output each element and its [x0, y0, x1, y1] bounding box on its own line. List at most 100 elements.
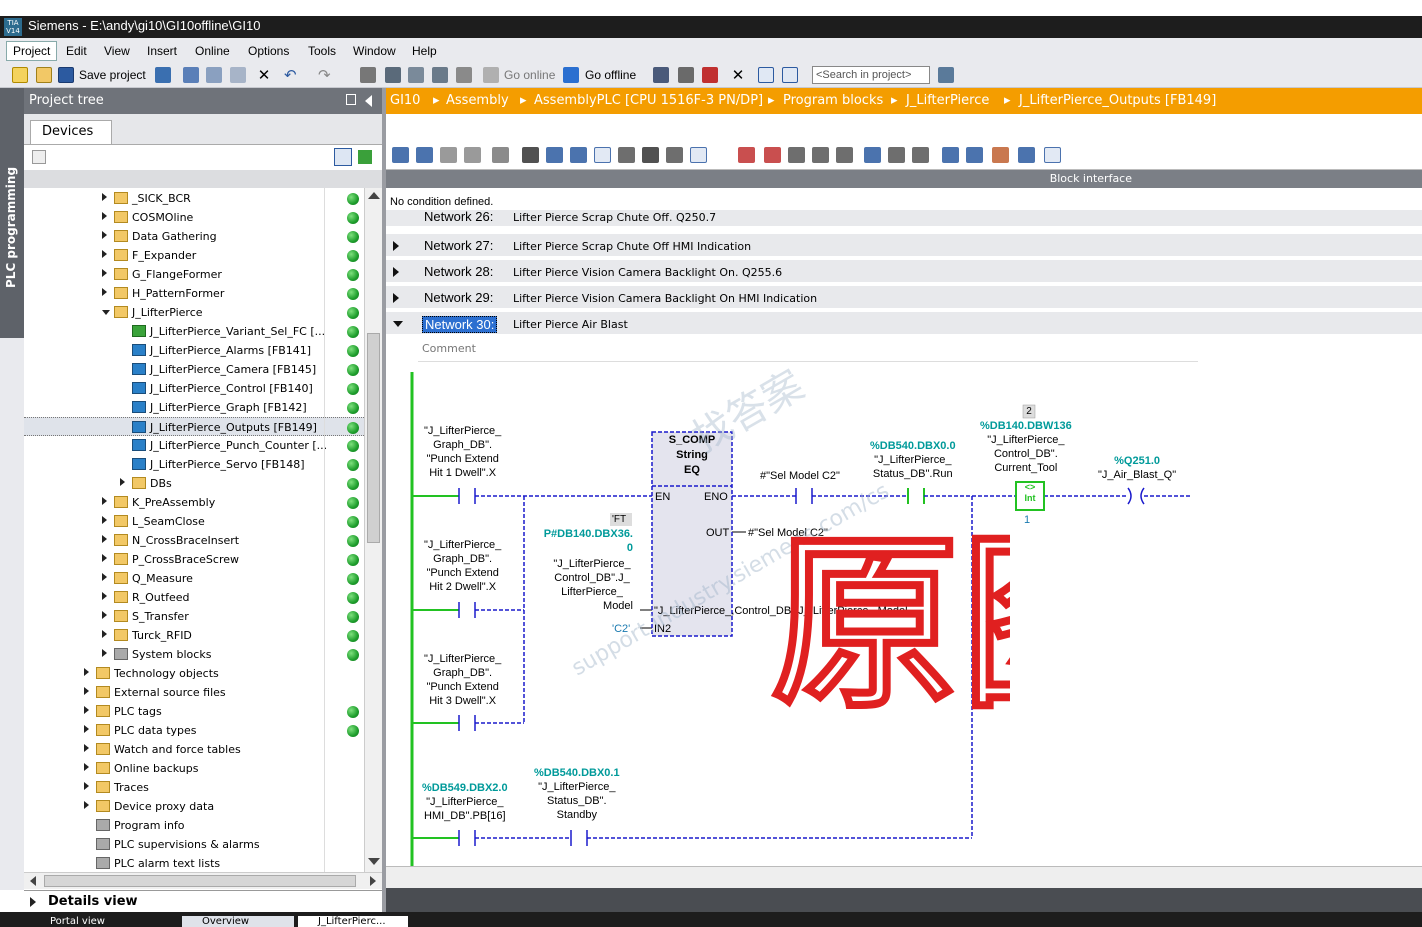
tree-item[interactable]: Traces — [24, 778, 364, 797]
tab-devices[interactable]: Devices — [30, 120, 112, 144]
breadcrumb-assembly[interactable]: Assembly — [446, 93, 509, 108]
tree-expand-icon[interactable] — [102, 516, 107, 524]
tree-item[interactable]: N_CrossBraceInsert — [24, 531, 364, 550]
menu-help[interactable]: Help — [412, 44, 437, 58]
split-vertical-icon[interactable] — [782, 67, 798, 83]
network-row-28[interactable]: Network 28: Lifter Pierce Vision Camera … — [386, 260, 1422, 284]
editor-tool-icon[interactable] — [690, 147, 707, 163]
save-icon[interactable] — [58, 67, 74, 83]
tree-expand-icon[interactable] — [102, 497, 107, 505]
tree-item[interactable]: PLC supervisions & alarms — [24, 835, 364, 854]
tree-expand-icon[interactable] — [102, 554, 107, 562]
go-online-button[interactable]: Go online — [504, 68, 555, 82]
open-project-icon[interactable] — [36, 67, 52, 83]
scroll-thumb[interactable] — [367, 333, 380, 543]
tree-item[interactable]: PLC alarm text lists — [24, 854, 364, 872]
contact-5-label[interactable]: %DB540.DBX0.1 "J_LifterPierce_ Status_DB".… — [534, 766, 620, 822]
editor-tool-icon[interactable] — [1018, 147, 1035, 163]
tree-item[interactable]: J_LifterPierce_Camera [FB145] — [24, 360, 364, 379]
tree-expand-icon[interactable] — [102, 250, 107, 258]
tree-expand-icon[interactable] — [84, 744, 89, 752]
menu-online[interactable]: Online — [195, 44, 230, 58]
expand-arrow-icon[interactable] — [393, 241, 399, 251]
breadcrumb-plc[interactable]: AssemblyPLC [CPU 1516F-3 PN/DP] — [534, 93, 763, 108]
editor-tool-icon[interactable] — [464, 147, 481, 163]
editor-tool-icon[interactable] — [788, 147, 805, 163]
tree-item[interactable]: DBs — [24, 474, 364, 493]
tree-expand-icon[interactable] — [102, 288, 107, 296]
refresh-tree-icon[interactable] — [358, 150, 372, 164]
tree-expand-icon[interactable] — [84, 725, 89, 733]
network-row-26[interactable]: Network 26: Lifter Pierce Scrap Chute Of… — [386, 210, 1422, 228]
tree-item[interactable]: Q_Measure — [24, 569, 364, 588]
tree-expand-icon[interactable] — [120, 478, 125, 486]
tree-item[interactable]: Device proxy data — [24, 797, 364, 816]
cut-icon[interactable] — [183, 67, 199, 83]
stop-simulation-icon[interactable] — [456, 67, 472, 83]
scroll-right-icon[interactable] — [370, 876, 376, 886]
tree-item[interactable]: _SICK_BCR — [24, 189, 364, 208]
go-offline-icon[interactable] — [563, 67, 579, 83]
expand-arrow-icon[interactable] — [393, 293, 399, 303]
plc-programming-side-tab[interactable]: PLC programming — [0, 88, 24, 338]
hscroll-thumb[interactable] — [44, 875, 356, 887]
editor-tool-icon[interactable] — [546, 147, 563, 163]
tree-item[interactable]: PLC data types — [24, 721, 364, 740]
editor-tool-icon[interactable] — [522, 147, 539, 163]
overview-list-icon[interactable] — [334, 148, 352, 166]
upload-icon[interactable] — [408, 67, 424, 83]
project-tree-vertical-scrollbar[interactable] — [364, 188, 382, 872]
tree-expand-icon[interactable] — [84, 706, 89, 714]
tree-item[interactable]: F_Expander — [24, 246, 364, 265]
compile-icon[interactable] — [360, 67, 376, 83]
split-horizontal-icon[interactable] — [758, 67, 774, 83]
portal-view-button[interactable]: Portal view — [30, 916, 150, 927]
details-expand-icon[interactable] — [30, 897, 36, 907]
tree-item[interactable]: System blocks — [24, 645, 364, 664]
tree-item[interactable]: J_LifterPierce_Variant_Sel_FC [... — [24, 322, 364, 341]
tree-item[interactable]: H_PatternFormer — [24, 284, 364, 303]
print-icon[interactable] — [155, 67, 171, 83]
tree-expand-icon[interactable] — [102, 535, 107, 543]
editor-tool-icon[interactable] — [594, 147, 611, 163]
search-project-input[interactable]: <Search in project> — [812, 66, 930, 84]
tree-expand-icon[interactable] — [84, 687, 89, 695]
go-online-icon[interactable] — [483, 67, 499, 83]
go-offline-button[interactable]: Go offline — [585, 68, 636, 82]
tree-item[interactable]: G_FlangeFormer — [24, 265, 364, 284]
scroll-down-icon[interactable] — [368, 858, 380, 865]
tree-item[interactable]: PLC tags — [24, 702, 364, 721]
copy-icon[interactable] — [206, 67, 222, 83]
start-cpu-icon[interactable] — [678, 67, 694, 83]
tree-item[interactable]: R_Outfeed — [24, 588, 364, 607]
tree-item[interactable]: J_LifterPierce_Punch_Counter [... — [24, 436, 364, 455]
tree-expand-icon[interactable] — [102, 231, 107, 239]
tree-item[interactable]: Watch and force tables — [24, 740, 364, 759]
lifterpierce-editor-tab[interactable]: J_LifterPierc... — [298, 916, 408, 927]
download-icon[interactable] — [385, 67, 401, 83]
editor-tool-icon[interactable] — [966, 147, 983, 163]
tree-item[interactable]: J_LifterPierce_Graph [FB142] — [24, 398, 364, 417]
tree-expand-icon[interactable] — [84, 668, 89, 676]
editor-tool-icon[interactable] — [440, 147, 457, 163]
network-row-29[interactable]: Network 29: Lifter Pierce Vision Camera … — [386, 286, 1422, 310]
contact-3-label[interactable]: "J_LifterPierce_ Graph_DB". "Punch Extend H… — [424, 652, 501, 708]
start-simulation-icon[interactable] — [432, 67, 448, 83]
expand-arrow-icon[interactable] — [393, 267, 399, 277]
tree-collapse-icon[interactable] — [102, 310, 110, 315]
editor-tool-icon[interactable] — [392, 147, 409, 163]
tree-item[interactable]: Technology objects — [24, 664, 364, 683]
delete-icon[interactable]: ✕ — [256, 67, 272, 83]
details-view-bar[interactable]: Details view — [24, 890, 382, 912]
tree-item[interactable]: External source files — [24, 683, 364, 702]
tree-expand-icon[interactable] — [102, 573, 107, 581]
network-row-27[interactable]: Network 27: Lifter Pierce Scrap Chute Of… — [386, 234, 1422, 258]
editor-tool-icon[interactable] — [764, 147, 781, 163]
tree-item[interactable]: J_LifterPierce_Alarms [FB141] — [24, 341, 364, 360]
editor-tool-icon[interactable] — [912, 147, 929, 163]
tree-item[interactable]: J_LifterPierce_Outputs [FB149] — [24, 417, 364, 436]
editor-tool-icon[interactable] — [416, 147, 433, 163]
new-project-icon[interactable] — [12, 67, 28, 83]
tree-expand-icon[interactable] — [84, 763, 89, 771]
project-tree-horizontal-scrollbar[interactable] — [24, 872, 382, 889]
